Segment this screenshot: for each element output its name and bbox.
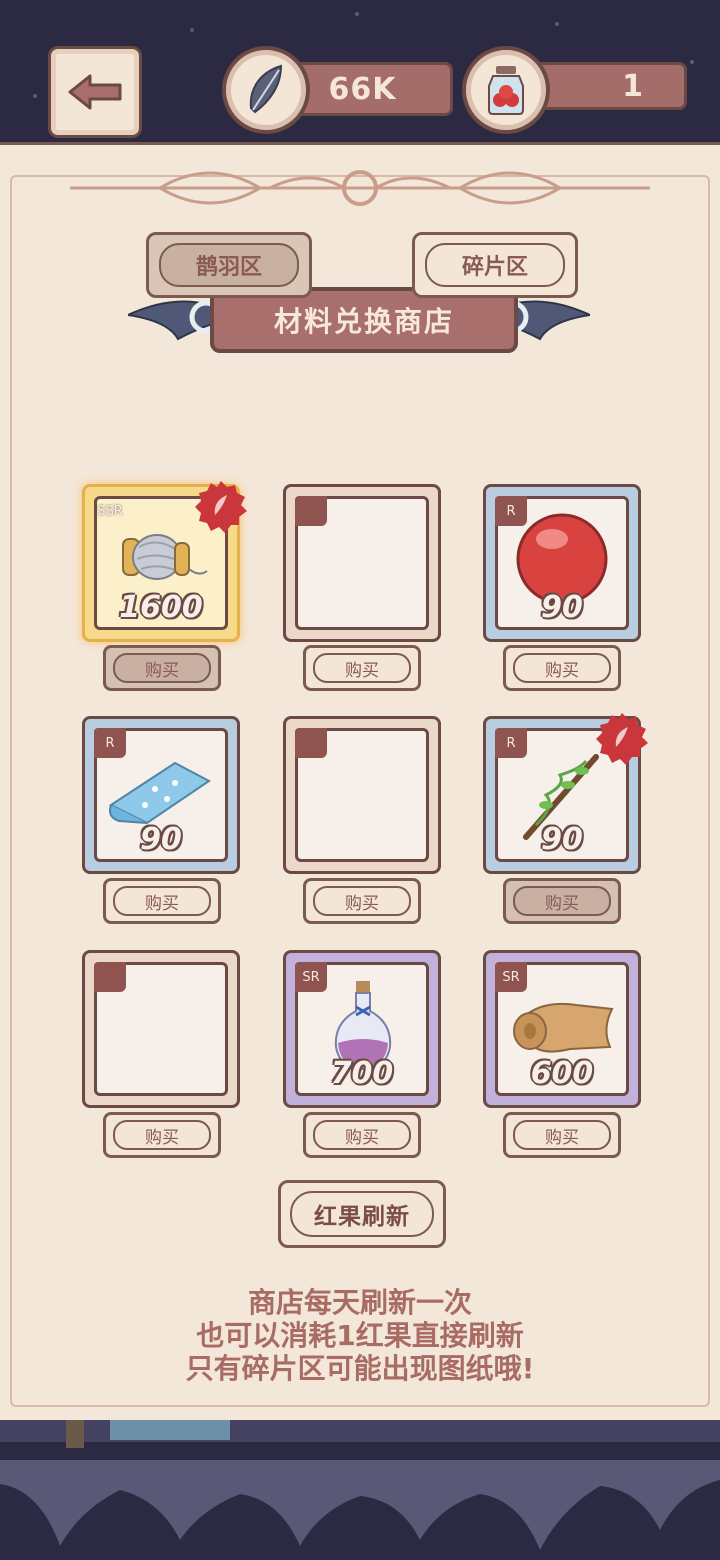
arrow-left-icon bbox=[68, 74, 122, 110]
top-ornament bbox=[70, 153, 650, 223]
buy-button-label: 购买 bbox=[513, 653, 611, 683]
shop-item-card[interactable]: SR 600 bbox=[483, 950, 641, 1108]
shop-item-card[interactable]: R 90 bbox=[82, 716, 240, 874]
rarity-badge bbox=[94, 962, 126, 992]
rarity-badge: R bbox=[495, 728, 527, 758]
parchment-roll-icon bbox=[513, 1002, 614, 1053]
back-button[interactable] bbox=[48, 46, 142, 138]
feather-icon bbox=[222, 46, 310, 134]
berry-refresh-button[interactable]: 红果刷新 bbox=[278, 1180, 446, 1248]
refresh-button-label: 红果刷新 bbox=[290, 1191, 434, 1237]
item-price: 600 bbox=[530, 1056, 594, 1091]
tab-feather-zone-label: 鹊羽区 bbox=[159, 243, 299, 287]
shop-item-card[interactable]: R 90 bbox=[483, 484, 641, 642]
buy-button[interactable]: 购买 bbox=[303, 878, 421, 924]
rarity-badge bbox=[295, 728, 327, 758]
berry-jar-icon bbox=[462, 46, 550, 134]
buy-button[interactable]: 购买 bbox=[303, 1112, 421, 1158]
rarity-badge: SR bbox=[495, 962, 527, 992]
buy-button-label: 购买 bbox=[513, 1120, 611, 1150]
rarity-badge: R bbox=[94, 728, 126, 758]
item-price: 90 bbox=[541, 590, 583, 625]
item-price: 90 bbox=[541, 822, 583, 857]
buy-button-label: 购买 bbox=[313, 886, 411, 916]
tab-feather-zone[interactable]: 鹊羽区 bbox=[146, 232, 312, 298]
rarity-badge bbox=[295, 496, 327, 526]
item-price: 1600 bbox=[119, 590, 203, 625]
berry-currency: 1 bbox=[462, 46, 687, 134]
rarity-badge: SSR bbox=[97, 503, 123, 519]
tab-fragment-zone-label: 碎片区 bbox=[425, 243, 565, 287]
notice-line: 也可以消耗1红果直接刷新 bbox=[196, 1319, 524, 1352]
tab-fragment-zone[interactable]: 碎片区 bbox=[412, 232, 578, 298]
buy-button-label: 购买 bbox=[313, 653, 411, 683]
shop-item-card[interactable] bbox=[82, 950, 240, 1108]
buy-button-label: 购买 bbox=[513, 886, 611, 916]
fabric-roll-icon bbox=[108, 761, 211, 825]
wax-seal-icon bbox=[596, 713, 648, 765]
buy-button-label: 购买 bbox=[313, 1120, 411, 1150]
shop-item-card[interactable]: SSR 1600 bbox=[82, 481, 247, 642]
item-price: 90 bbox=[140, 822, 182, 857]
notice-line: 只有碎片区可能出现图纸哦! bbox=[185, 1352, 535, 1385]
shop-item-card[interactable] bbox=[283, 484, 441, 642]
shop-item-card[interactable] bbox=[283, 716, 441, 874]
buy-button[interactable]: 购买 bbox=[103, 645, 221, 691]
buy-button-label: 购买 bbox=[113, 886, 211, 916]
cave-background bbox=[0, 1420, 720, 1560]
buy-button[interactable]: 购买 bbox=[503, 645, 621, 691]
notice-line: 商店每天刷新一次 bbox=[247, 1286, 472, 1319]
buy-button[interactable]: 购买 bbox=[503, 1112, 621, 1158]
rarity-badge: R bbox=[495, 496, 527, 526]
item-price: 700 bbox=[330, 1056, 394, 1091]
wax-seal-icon bbox=[195, 481, 247, 533]
feather-currency: 66K bbox=[222, 46, 453, 134]
buy-button[interactable]: 购买 bbox=[103, 878, 221, 924]
buy-button-label: 购买 bbox=[113, 653, 211, 683]
buy-button[interactable]: 购买 bbox=[503, 878, 621, 924]
buy-button[interactable]: 购买 bbox=[103, 1112, 221, 1158]
buy-button-label: 购买 bbox=[113, 1120, 211, 1150]
rarity-badge: SR bbox=[295, 962, 327, 992]
shop-item-card[interactable]: R 90 bbox=[483, 713, 648, 874]
shop-item-card[interactable]: SR 700 bbox=[283, 950, 441, 1108]
buy-button[interactable]: 购买 bbox=[303, 645, 421, 691]
